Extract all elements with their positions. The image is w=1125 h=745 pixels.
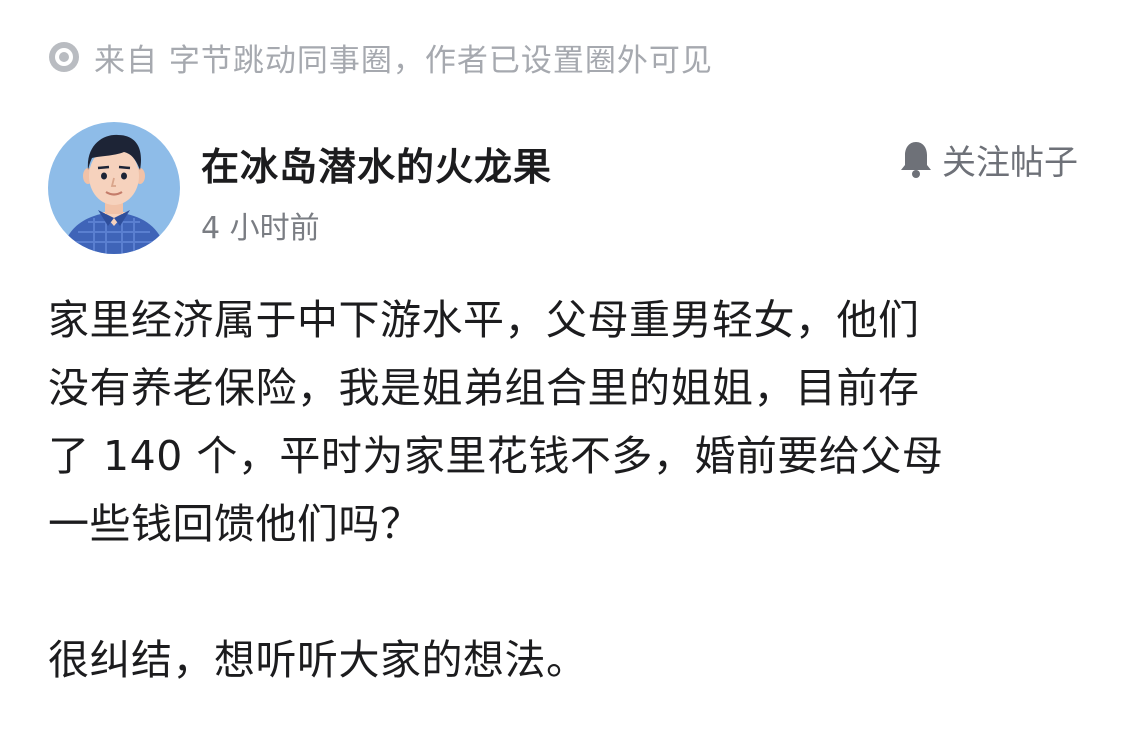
author-header: 在冰岛潜水的火龙果 4 小时前 关注帖子 bbox=[48, 122, 1078, 257]
post-line: 没有养老保险，我是姐弟组合里的姐姐，目前存 bbox=[48, 364, 920, 412]
follow-post-button[interactable]: 关注帖子 bbox=[898, 134, 1078, 184]
follow-post-label: 关注帖子 bbox=[942, 142, 1078, 183]
post-line: 了 140 个，平时为家里花钱不多，婚前要给父母 bbox=[48, 432, 944, 480]
author-name[interactable]: 在冰岛潜水的火龙果 bbox=[201, 136, 552, 191]
circle-dot-icon bbox=[49, 42, 79, 72]
post-timestamp: 4 小时前 bbox=[201, 211, 320, 246]
post-line: 一些钱回馈他们吗？ bbox=[48, 500, 422, 548]
source-text: 来自 字节跳动同事圈，作者已设置圈外可见 bbox=[94, 42, 713, 79]
post-content: 家里经济属于中下游水平，父母重男轻女，他们 没有养老保险，我是姐弟组合里的姐姐，… bbox=[48, 286, 1058, 694]
post-line: 家里经济属于中下游水平，父母重男轻女，他们 bbox=[48, 296, 920, 344]
avatar[interactable] bbox=[48, 122, 180, 254]
avatar-illustration bbox=[48, 122, 180, 254]
source-line: 来自 字节跳动同事圈，作者已设置圈外可见 bbox=[48, 34, 713, 80]
bell-icon bbox=[901, 142, 931, 178]
post-paragraph: 很纠结，想听听大家的想法。 bbox=[48, 636, 588, 684]
